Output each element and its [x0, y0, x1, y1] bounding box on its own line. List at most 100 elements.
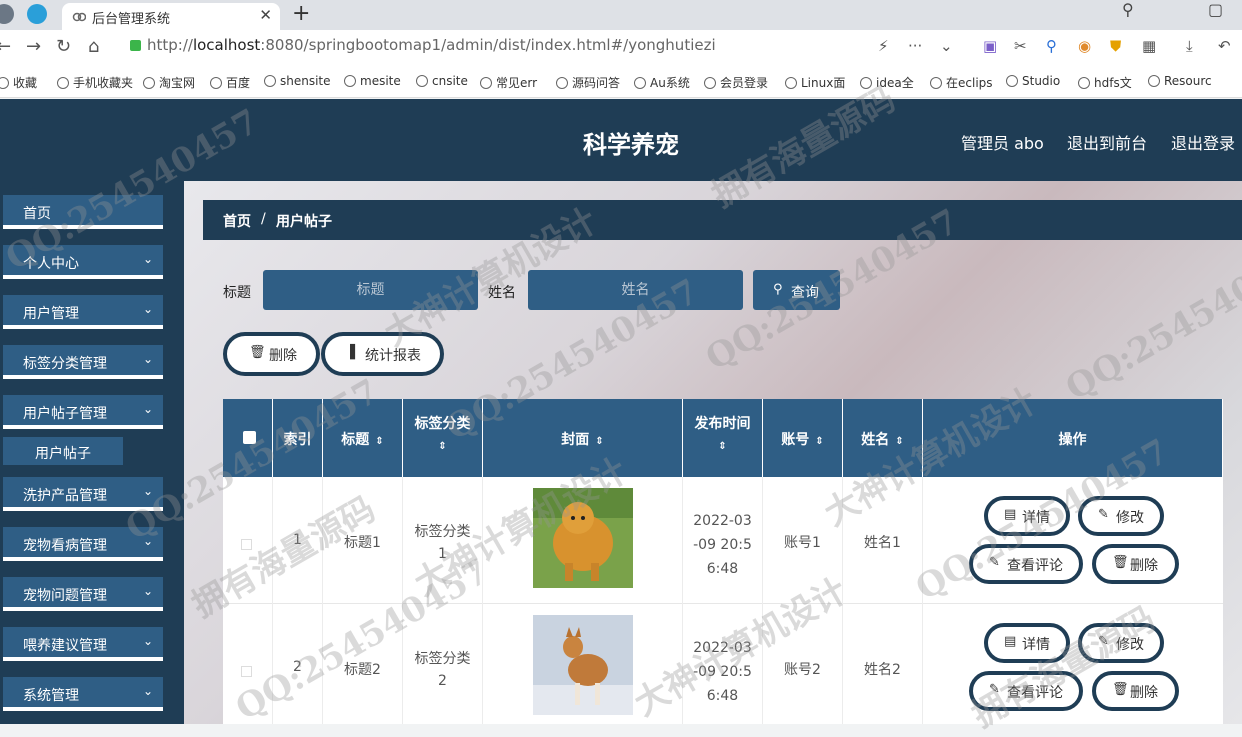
browser-tab[interactable]: 后台管理系统 ✕	[62, 3, 280, 30]
bookmark-item[interactable]: Linux面	[785, 74, 845, 91]
edit-button[interactable]: ✎ 修改	[1078, 623, 1164, 663]
bookmarks-bar: 收藏 手机收藏夹 淘宝网 百度 shensite mesite cnsite 常见err 源码问…	[0, 66, 1242, 98]
window-control-icon[interactable]: ⚲	[1122, 0, 1134, 19]
security-icon	[130, 40, 141, 51]
sidebar-item-system-management[interactable]: 系统管理 ⌄	[3, 677, 163, 711]
shield-icon[interactable]: ⛊	[1110, 37, 1121, 55]
trash-icon: 🗑	[1112, 555, 1129, 570]
header-publish-time[interactable]: 发布时间 ⇕	[683, 399, 763, 477]
logout-link[interactable]: 退出登录	[1171, 130, 1235, 154]
bookmark-globe-icon	[785, 77, 797, 89]
scissors-icon[interactable]: ✂	[1014, 37, 1027, 55]
breadcrumb-home[interactable]: 首页	[223, 211, 251, 231]
tab-close-icon[interactable]: ✕	[259, 6, 272, 24]
apps-grid-icon[interactable]: ▦	[1142, 37, 1156, 55]
bookmark-item[interactable]: hdfs文	[1078, 74, 1132, 91]
bookmark-item[interactable]: Resourc	[1148, 74, 1212, 88]
browser-telegram-icon[interactable]	[27, 4, 47, 24]
header-account[interactable]: 账号 ⇕	[763, 399, 843, 477]
browser-profile-icon[interactable]	[0, 4, 14, 24]
dropdown-icon[interactable]: ⌄	[940, 37, 953, 55]
header-category[interactable]: 标签分类 ⇕	[403, 399, 483, 477]
lightning-icon[interactable]: ⚡	[878, 37, 889, 55]
sidebar-item-user-post-management[interactable]: 用户帖子管理 ⌄	[3, 395, 163, 429]
download-icon[interactable]: ⤓	[1186, 37, 1193, 55]
row-delete-button[interactable]: 🗑 删除	[1092, 544, 1179, 584]
bookmark-item[interactable]: 在eclips	[930, 74, 993, 91]
undo-icon[interactable]: ↶	[1218, 37, 1231, 55]
sidebar-item-personal-center[interactable]: 个人中心 ⌄	[3, 245, 163, 279]
reload-icon[interactable]: ↻	[56, 36, 71, 57]
sidebar-item-grooming-product-management[interactable]: 洗护产品管理 ⌄	[3, 477, 163, 511]
row-checkbox[interactable]	[241, 666, 252, 677]
sidebar-item-tag-category-management[interactable]: 标签分类管理 ⌄	[3, 345, 163, 379]
bookmark-item[interactable]: 收藏	[0, 74, 37, 91]
sidebar-item-home[interactable]: 首页	[3, 195, 163, 229]
sidebar-item-pet-clinic-management[interactable]: 宠物看病管理 ⌄	[3, 527, 163, 561]
bookmark-item[interactable]: 百度	[210, 74, 250, 91]
select-all-checkbox[interactable]	[243, 431, 256, 444]
cell-account: 账号2	[763, 604, 843, 724]
header-title[interactable]: 标题 ⇕	[323, 399, 403, 477]
back-icon[interactable]: ←	[0, 36, 11, 57]
view-comments-button[interactable]: ✎ 查看评论	[969, 544, 1083, 584]
row-delete-button[interactable]: 🗑 删除	[1092, 671, 1179, 711]
header-cover[interactable]: 封面 ⇕	[483, 399, 683, 477]
sidebar-subitem-yonghutiezi[interactable]: 用户帖子	[3, 437, 123, 465]
bookmark-item[interactable]: 源码问答	[556, 74, 620, 91]
bookmark-globe-icon	[143, 77, 155, 89]
bookmark-item[interactable]: Studio	[1006, 74, 1060, 88]
sidebar-item-feeding-advice-management[interactable]: 喂养建议管理 ⌄	[3, 627, 163, 661]
query-button[interactable]: ⚲ 查询	[753, 270, 840, 310]
window-maximize-icon[interactable]: ▢	[1208, 0, 1223, 19]
batch-delete-button[interactable]: 🗑 删除	[223, 332, 320, 376]
detail-button[interactable]: ▤ 详情	[984, 623, 1070, 663]
bookmark-item[interactable]: shensite	[264, 74, 331, 88]
search-icon[interactable]: ⚲	[1046, 37, 1057, 55]
sidebar-item-user-management[interactable]: 用户管理 ⌄	[3, 295, 163, 329]
game-icon[interactable]: ◉	[1078, 37, 1091, 55]
bookmark-globe-icon	[930, 77, 942, 89]
bookmark-globe-icon	[634, 77, 646, 89]
row-checkbox[interactable]	[241, 539, 252, 550]
cell-index: 2	[273, 604, 323, 724]
bookmark-item[interactable]: 会员登录	[704, 74, 768, 91]
bookmark-item[interactable]: 淘宝网	[143, 74, 195, 91]
header-name[interactable]: 姓名 ⇕	[843, 399, 923, 477]
chevron-down-icon: ⌄	[142, 534, 153, 548]
comment-icon: ✎	[989, 555, 1000, 570]
statistics-report-button[interactable]: ▐ 统计报表	[321, 332, 444, 376]
view-comments-button[interactable]: ✎ 查看评论	[969, 671, 1083, 711]
forward-icon[interactable]: →	[26, 36, 41, 57]
posts-table: 索引 标题 ⇕ 标签分类 ⇕ 封面 ⇕ 发布时间 ⇕ 账号 ⇕ 姓名 ⇕ 操作 1 标题1 标签分类 1 2022-…	[223, 399, 1223, 724]
more-icon[interactable]: ···	[908, 37, 922, 55]
cell-index: 1	[273, 477, 323, 604]
new-tab-icon[interactable]: +	[292, 1, 310, 26]
cell-name: 姓名1	[843, 477, 923, 604]
bookmark-item[interactable]: idea全	[860, 74, 914, 91]
exit-to-front-link[interactable]: 退出到前台	[1067, 130, 1147, 154]
cover-image	[533, 488, 633, 588]
bookmark-item[interactable]: 手机收藏夹	[57, 74, 133, 91]
sidebar-item-pet-question-management[interactable]: 宠物问题管理 ⌄	[3, 577, 163, 611]
home-icon[interactable]: ⌂	[88, 36, 99, 57]
bookmark-item[interactable]: mesite	[344, 74, 401, 88]
detail-button[interactable]: ▤ 详情	[984, 496, 1070, 536]
chevron-down-icon: ⌄	[142, 684, 153, 698]
name-search-input[interactable]	[528, 270, 743, 310]
bookmark-globe-icon	[210, 77, 222, 89]
edit-button[interactable]: ✎ 修改	[1078, 496, 1164, 536]
bookmark-item[interactable]: cnsite	[416, 74, 468, 88]
cell-category: 标签分类 2	[403, 604, 483, 724]
cell-category: 标签分类 1	[403, 477, 483, 604]
title-search-input[interactable]	[263, 270, 478, 310]
translate-icon[interactable]: ▣	[983, 37, 997, 55]
bookmark-globe-icon	[344, 75, 356, 87]
url-field[interactable]: http://localhost:8080/springbootomap1/ad…	[130, 36, 716, 54]
bookmark-item[interactable]: 常见err	[480, 74, 537, 91]
sort-icon: ⇕	[895, 436, 904, 447]
trash-icon: 🗑	[1112, 682, 1129, 697]
bookmark-globe-icon	[860, 77, 872, 89]
bookmark-item[interactable]: Au系统	[634, 74, 690, 91]
bookmark-globe-icon	[1006, 75, 1018, 87]
